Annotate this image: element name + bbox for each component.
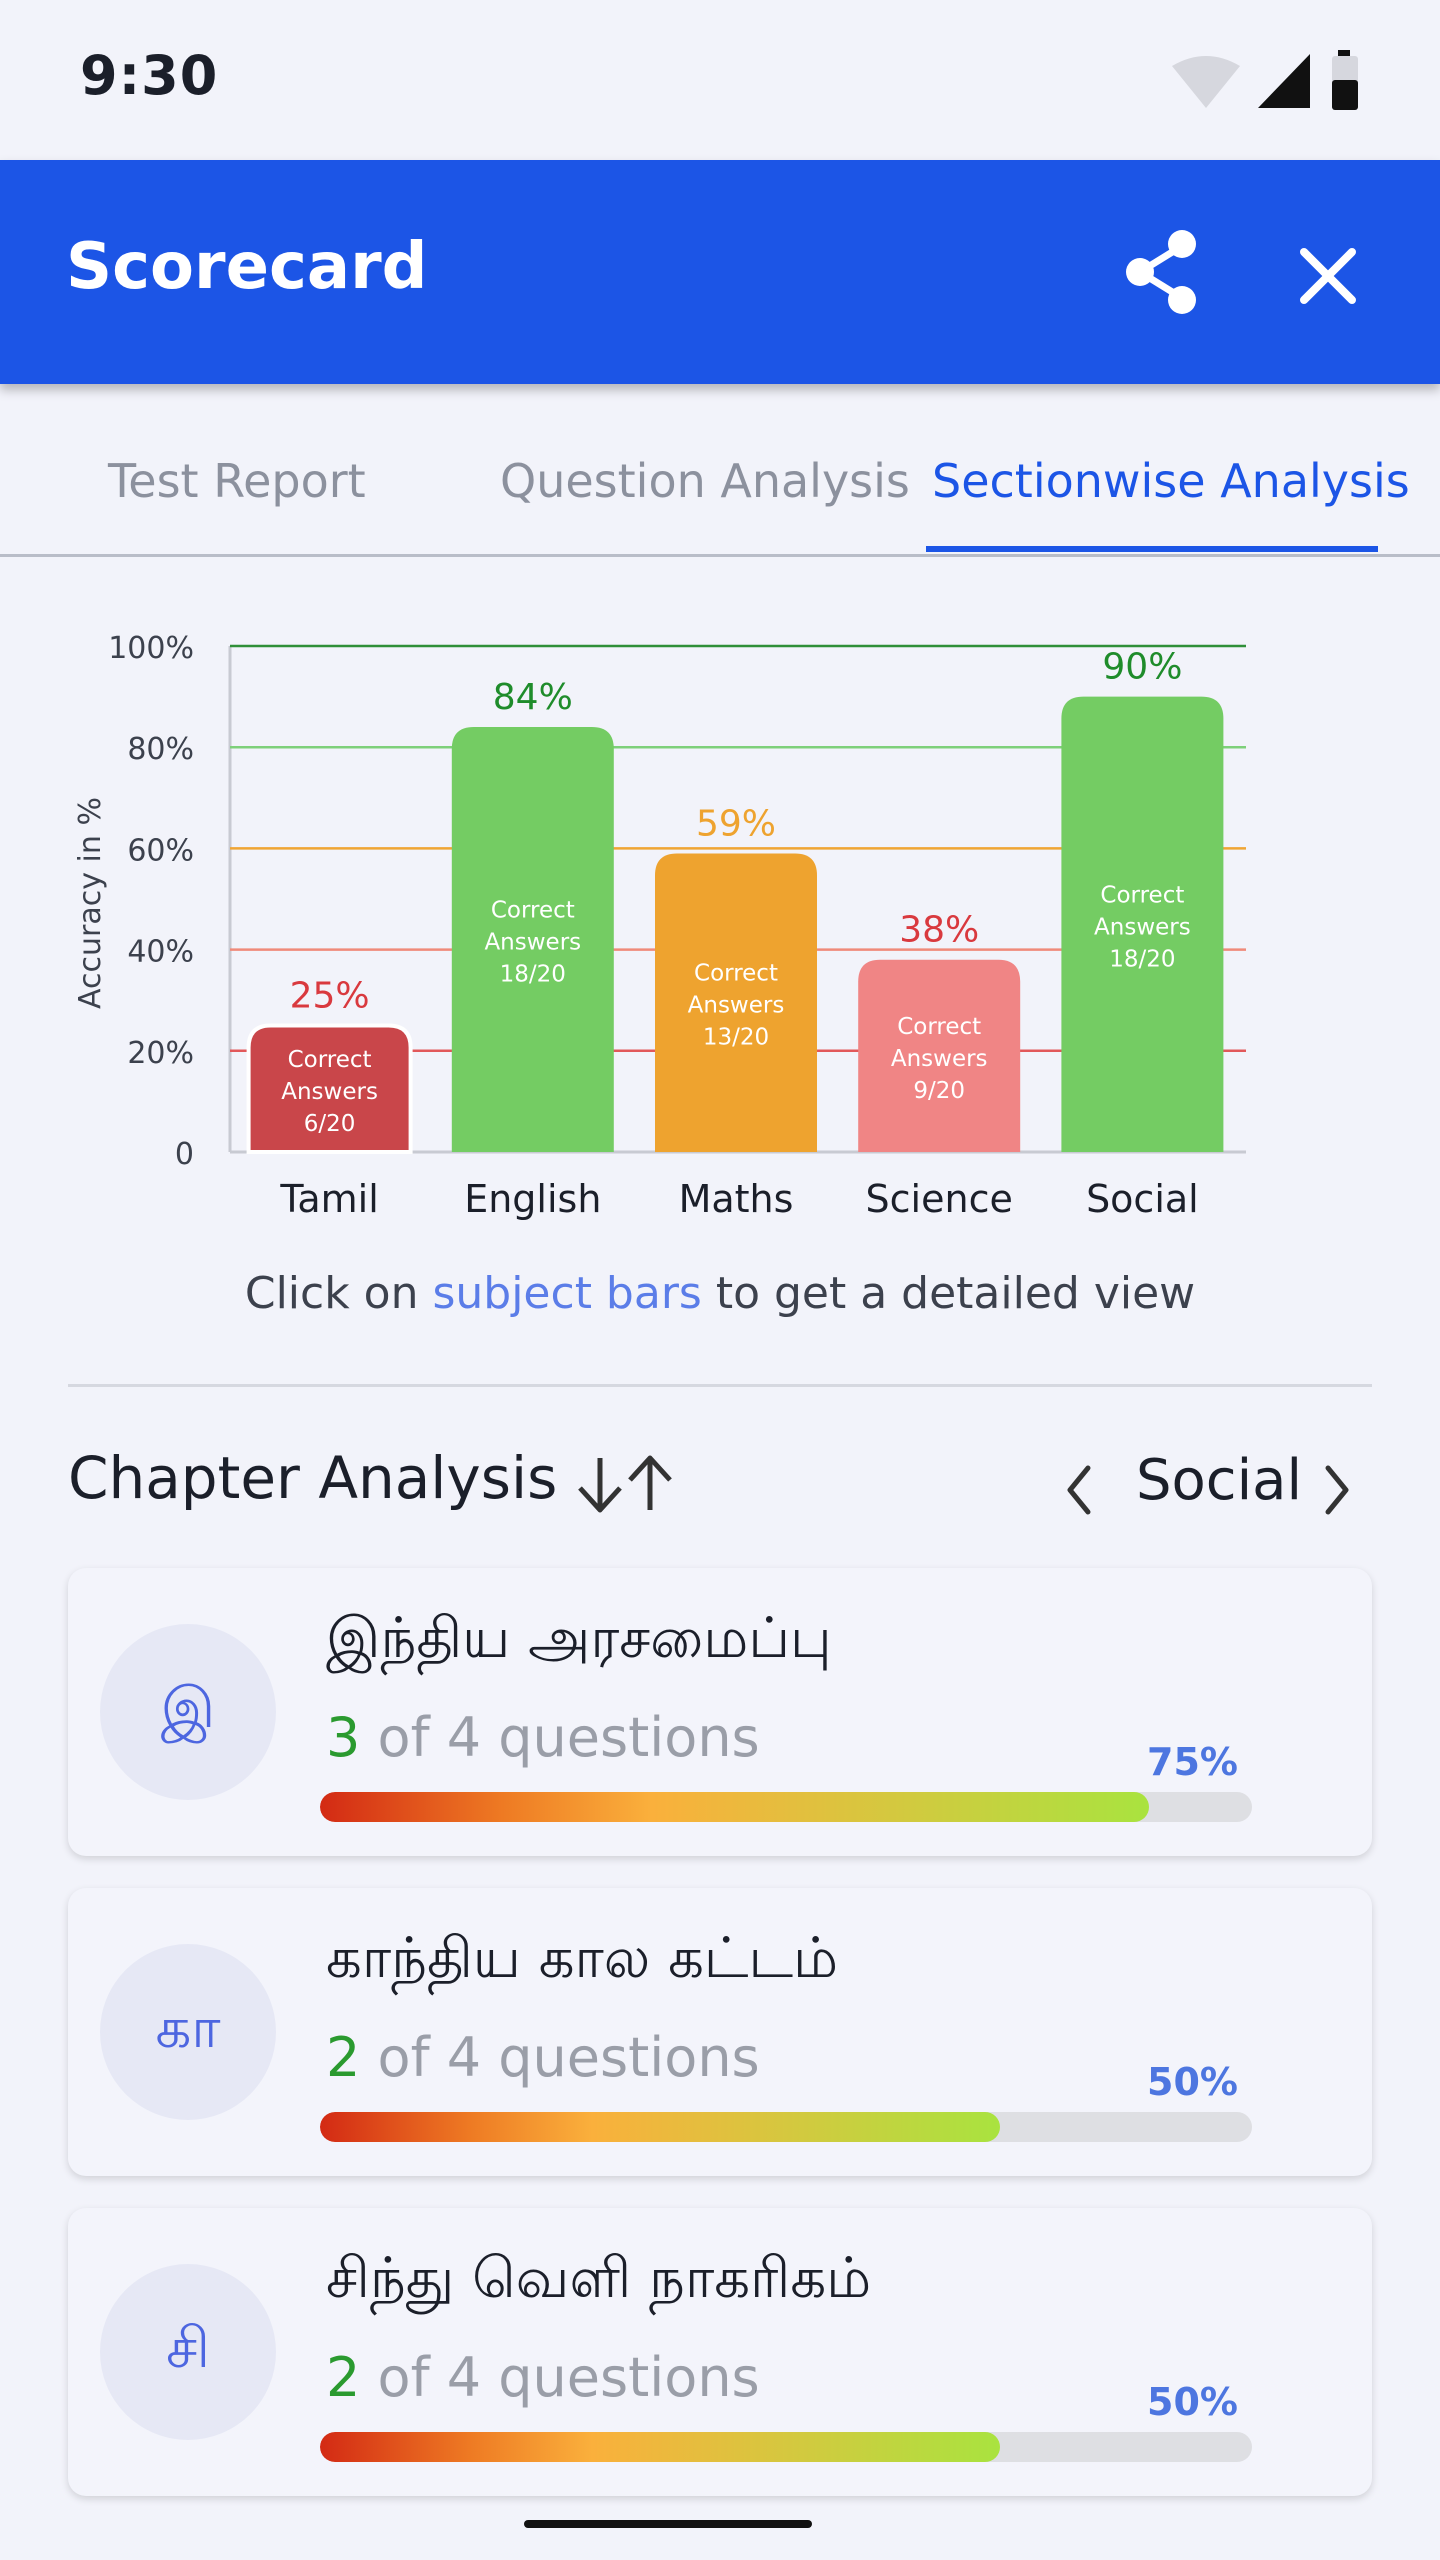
bar-inner-label: Correct bbox=[491, 897, 575, 923]
x-tick-label: Social bbox=[1086, 1177, 1199, 1221]
progress-fill bbox=[320, 2432, 1001, 2462]
status-time: 9:30 bbox=[80, 44, 219, 107]
y-tick-label: 60% bbox=[127, 833, 194, 868]
bar-value-label: 90% bbox=[1102, 647, 1182, 688]
chapter-percent: 75% bbox=[1147, 1740, 1238, 1784]
tab-question-analysis[interactable]: Question Analysis bbox=[500, 454, 910, 508]
app-bar: Scorecard bbox=[0, 160, 1440, 384]
progress-track bbox=[320, 2112, 1252, 2142]
subject-switcher: Social bbox=[1060, 1440, 1360, 1530]
chapter-card[interactable]: கா காந்திய கால கட்டம் 2 of 4 questions 5… bbox=[68, 1888, 1372, 2176]
x-tick-label: Maths bbox=[679, 1177, 794, 1221]
bar-inner-label: Correct bbox=[1100, 882, 1184, 908]
chapter-name: சிந்து வெளி நாகரிகம் bbox=[326, 2246, 872, 2311]
y-tick-label: 0 bbox=[175, 1137, 194, 1172]
y-axis-label: Accuracy in % bbox=[73, 797, 108, 1009]
bar-inner-label: Answers bbox=[484, 929, 581, 955]
bar-inner-label: Correct bbox=[288, 1047, 372, 1073]
y-tick-label: 100% bbox=[108, 631, 194, 666]
progress-track bbox=[320, 2432, 1252, 2462]
y-tick-label: 20% bbox=[127, 1036, 194, 1071]
progress-track bbox=[320, 1792, 1252, 1822]
chapter-avatar: இ bbox=[100, 1624, 276, 1800]
home-indicator[interactable] bbox=[524, 2520, 812, 2528]
chapter-percent: 50% bbox=[1147, 2380, 1238, 2424]
chevron-right-icon bbox=[1325, 1465, 1349, 1515]
tab-sectionwise-analysis[interactable]: Sectionwise Analysis bbox=[932, 454, 1410, 508]
chevron-left-icon bbox=[1067, 1465, 1091, 1515]
hint-link[interactable]: subject bars bbox=[432, 1268, 701, 1319]
y-tick-label: 40% bbox=[127, 935, 194, 970]
hint-prefix: Click on bbox=[244, 1268, 433, 1319]
x-tick-label: Tamil bbox=[279, 1177, 378, 1221]
correct-count: 2 bbox=[326, 2026, 361, 2089]
chapter-avatar: சி bbox=[100, 2264, 276, 2440]
tab-bar: Test Report Question Analysis Sectionwis… bbox=[0, 384, 1440, 557]
signal-icon bbox=[1258, 54, 1310, 108]
bar-inner-label: 6/20 bbox=[304, 1111, 356, 1137]
chapter-score: 2 of 4 questions bbox=[326, 2346, 760, 2409]
bar-inner-label: Correct bbox=[897, 1014, 981, 1040]
x-tick-label: English bbox=[464, 1177, 601, 1221]
chapter-name: இந்திய அரசமைப்பு bbox=[326, 1606, 832, 1671]
previous-subject-button[interactable] bbox=[1060, 1462, 1100, 1518]
bar-value-label: 25% bbox=[290, 976, 370, 1017]
bar-inner-label: Correct bbox=[694, 961, 778, 987]
chapter-score: 2 of 4 questions bbox=[326, 2026, 760, 2089]
share-button[interactable] bbox=[1122, 222, 1202, 322]
chapter-score: 3 of 4 questions bbox=[326, 1706, 760, 1769]
chapter-card[interactable]: சி சிந்து வெளி நாகரிகம் 2 of 4 questions… bbox=[68, 2208, 1372, 2496]
status-bar: 9:30 bbox=[0, 0, 1440, 160]
correct-count: 3 bbox=[326, 1706, 361, 1769]
bar-value-label: 38% bbox=[899, 910, 979, 951]
bar-inner-label: 18/20 bbox=[1109, 946, 1175, 972]
next-subject-button[interactable] bbox=[1316, 1462, 1356, 1518]
close-button[interactable] bbox=[1290, 230, 1366, 320]
battery-icon bbox=[1332, 50, 1358, 110]
correct-count: 2 bbox=[326, 2346, 361, 2409]
x-tick-label: Science bbox=[866, 1177, 1013, 1221]
accuracy-bar-chart: 0 20% 40% 60% 80% 100% Accuracy in % 25% Correct… bbox=[73, 631, 1246, 1221]
y-tick-label: 80% bbox=[127, 732, 194, 767]
hint-suffix: to get a detailed view bbox=[701, 1268, 1196, 1319]
chapter-avatar: கா bbox=[100, 1944, 276, 2120]
chapter-card[interactable]: இ இந்திய அரசமைப்பு 3 of 4 questions 75% bbox=[68, 1568, 1372, 1856]
question-total: of 4 questions bbox=[360, 2346, 760, 2409]
bar-inner-label: 18/20 bbox=[500, 961, 566, 987]
bar-value-label: 84% bbox=[493, 677, 573, 718]
tab-test-report[interactable]: Test Report bbox=[108, 454, 366, 508]
chapter-percent: 50% bbox=[1147, 2060, 1238, 2104]
bar-inner-label: 13/20 bbox=[703, 1025, 769, 1051]
divider bbox=[68, 1384, 1372, 1387]
progress-fill bbox=[320, 2112, 1001, 2142]
bar-inner-label: Answers bbox=[281, 1079, 378, 1105]
progress-fill bbox=[320, 1792, 1150, 1822]
current-subject: Social bbox=[1136, 1448, 1303, 1513]
status-icons bbox=[1168, 50, 1368, 118]
question-total: of 4 questions bbox=[360, 2026, 760, 2089]
bar-inner-label: 9/20 bbox=[913, 1078, 965, 1104]
chapter-analysis-title: Chapter Analysis bbox=[68, 1444, 558, 1512]
chart-hint: Click on subject bars to get a detailed … bbox=[0, 1268, 1440, 1319]
bar-inner-label: Answers bbox=[891, 1046, 988, 1072]
close-icon bbox=[1300, 248, 1356, 304]
bar-inner-label: Answers bbox=[1094, 914, 1191, 940]
bar-inner-label: Answers bbox=[688, 993, 785, 1019]
question-total: of 4 questions bbox=[360, 1706, 760, 1769]
share-icon bbox=[1126, 230, 1196, 314]
active-tab-indicator bbox=[926, 546, 1378, 552]
app-title: Scorecard bbox=[66, 230, 428, 304]
chapter-name: காந்திய கால கட்டம் bbox=[326, 1926, 839, 1991]
wifi-icon bbox=[1172, 56, 1240, 108]
bar-value-label: 59% bbox=[696, 803, 776, 844]
sort-icon[interactable] bbox=[572, 1452, 676, 1520]
